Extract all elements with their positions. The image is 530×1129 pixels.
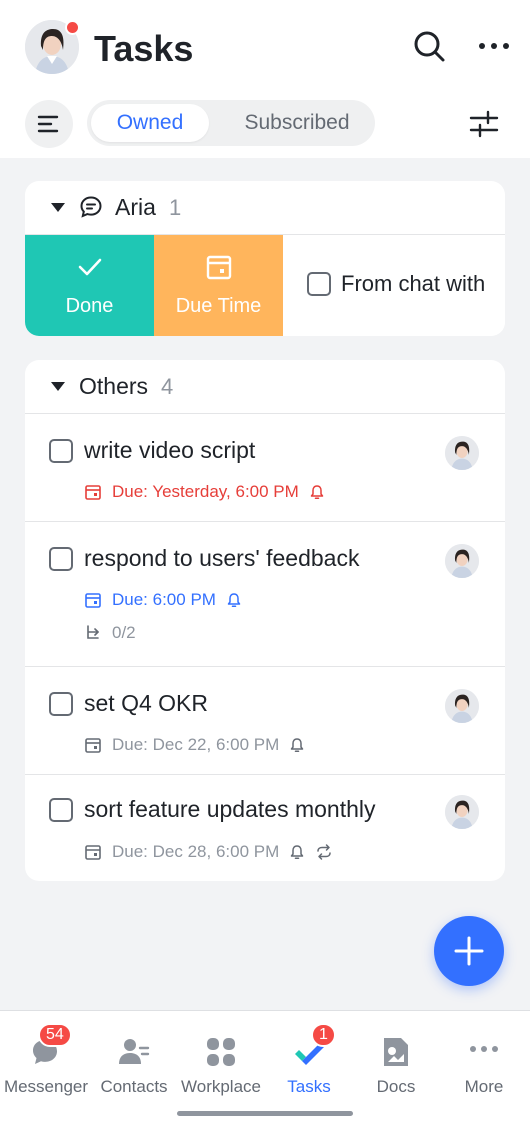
- tab-label: More: [464, 1077, 504, 1096]
- task-due: Due: Dec 22, 6:00 PM: [84, 735, 305, 755]
- task-title: set Q4 OKR: [84, 690, 208, 716]
- assignee-avatar[interactable]: [445, 544, 479, 578]
- notification-dot: [65, 20, 80, 35]
- calendar-icon: [85, 485, 101, 500]
- group-aria: Aria 1 Done Due Time From chat with: [25, 181, 505, 336]
- search-icon[interactable]: [409, 26, 449, 66]
- tab-contacts[interactable]: Contacts: [90, 1011, 178, 1111]
- bell-icon: [310, 485, 324, 499]
- docs-icon: [384, 1038, 408, 1066]
- tab-more[interactable]: More: [440, 1011, 528, 1111]
- due-time-action-button[interactable]: Due Time: [154, 235, 283, 336]
- due-text: Due: Yesterday, 6:00 PM: [112, 482, 299, 501]
- task-checkbox[interactable]: [49, 439, 73, 463]
- task-row-partial[interactable]: From chat with: [283, 235, 505, 336]
- menu-button[interactable]: [25, 100, 73, 148]
- group-name: Others: [79, 373, 149, 399]
- due-text: Due: 6:00 PM: [112, 590, 216, 609]
- tab-docs[interactable]: Docs: [352, 1011, 440, 1111]
- task-title: write video script: [84, 437, 256, 463]
- task-title: From chat with: [341, 271, 486, 296]
- group-others: Others 4 write video script Due: Yesterd…: [25, 360, 505, 881]
- task-due: Due: Yesterday, 6:00 PM: [84, 482, 325, 502]
- subtask-text: 0/2: [112, 623, 136, 642]
- add-task-button[interactable]: [434, 916, 504, 986]
- group-header[interactable]: Others 4: [25, 360, 505, 412]
- task-due: Due: Dec 28, 6:00 PM: [84, 842, 333, 862]
- calendar-icon: [85, 845, 101, 860]
- bell-icon: [291, 738, 304, 752]
- collapse-triangle-icon[interactable]: [51, 382, 65, 391]
- task-checkbox[interactable]: [307, 272, 331, 296]
- done-label: Done: [65, 295, 114, 317]
- tab-tasks[interactable]: Tasks 1: [265, 1011, 353, 1111]
- task-row[interactable]: sort feature updates monthly Due: Dec 28…: [25, 774, 505, 881]
- user-avatar[interactable]: [25, 20, 80, 74]
- task-checkbox[interactable]: [49, 692, 73, 716]
- subtask-count: 0/2: [84, 623, 136, 643]
- collapse-triangle-icon[interactable]: [51, 203, 65, 212]
- more-icon[interactable]: [474, 26, 514, 66]
- assignee-avatar[interactable]: [445, 436, 479, 470]
- task-row[interactable]: write video script Due: Yesterday, 6:00 …: [25, 413, 505, 521]
- contacts-icon: [119, 1039, 150, 1064]
- bell-icon: [291, 845, 304, 859]
- check-icon: [78, 258, 101, 276]
- group-name: Aria: [115, 194, 156, 220]
- bell-icon: [227, 593, 241, 607]
- chat-icon: [80, 196, 102, 218]
- more-dots-icon: [470, 1046, 498, 1052]
- group-header[interactable]: Aria 1: [25, 181, 505, 233]
- task-title: sort feature updates monthly: [84, 796, 376, 822]
- home-indicator: [177, 1111, 353, 1116]
- due-text: Due: Dec 22, 6:00 PM: [112, 735, 280, 754]
- task-title: respond to users' feedback: [84, 545, 360, 571]
- owned-subscribed-switch: Owned Subscribed: [87, 100, 375, 146]
- menu-icon: [37, 115, 59, 133]
- due-text: Due: Dec 28, 6:00 PM: [112, 842, 280, 861]
- group-count: 4: [161, 374, 174, 399]
- tab-subscribed[interactable]: Subscribed: [227, 104, 367, 142]
- tab-workplace[interactable]: Workplace: [177, 1011, 265, 1111]
- calendar-icon: [206, 255, 231, 280]
- done-action-button[interactable]: Done: [25, 235, 154, 336]
- workplace-icon: [207, 1038, 235, 1066]
- calendar-icon: [85, 593, 101, 608]
- task-checkbox[interactable]: [49, 798, 73, 822]
- task-due: Due: 6:00 PM: [84, 590, 242, 610]
- due-time-label: Due Time: [175, 295, 262, 317]
- task-row[interactable]: set Q4 OKR Due: Dec 22, 6:00 PM: [25, 666, 505, 774]
- task-checkbox[interactable]: [49, 547, 73, 571]
- page-title: Tasks: [94, 28, 194, 69]
- tab-owned[interactable]: Owned: [91, 104, 209, 142]
- task-row[interactable]: respond to users' feedback Due: 6:00 PM …: [25, 521, 505, 666]
- assignee-avatar[interactable]: [445, 689, 479, 723]
- repeat-icon: [317, 844, 332, 860]
- tab-messenger[interactable]: Messenger 54: [2, 1011, 90, 1111]
- unread-badge: 1: [311, 1023, 336, 1047]
- calendar-icon: [85, 738, 101, 753]
- plus-icon: [454, 936, 484, 966]
- swipe-row: Done Due Time From chat with: [25, 234, 505, 336]
- top-bar: Tasks Owned Subscribed: [0, 0, 530, 158]
- unread-badge: 54: [38, 1023, 72, 1047]
- subtask-icon: [87, 625, 99, 639]
- group-count: 1: [169, 195, 182, 220]
- assignee-avatar[interactable]: [445, 795, 479, 829]
- filter-icon[interactable]: [464, 104, 504, 144]
